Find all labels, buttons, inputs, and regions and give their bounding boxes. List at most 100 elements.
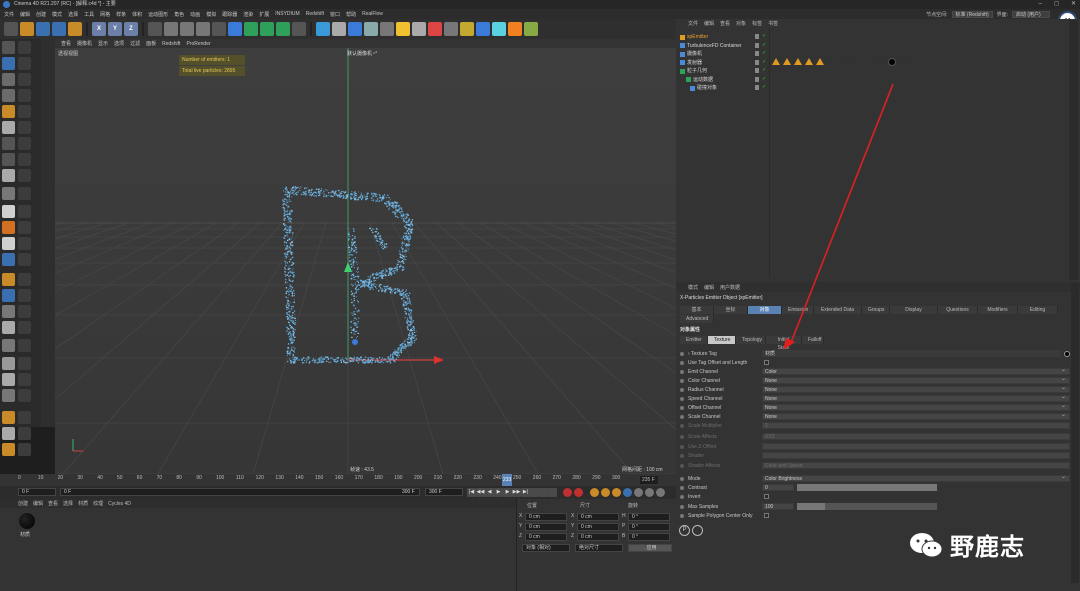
key-button-4[interactable] bbox=[612, 488, 621, 497]
object-menu-2[interactable]: 查看 bbox=[720, 20, 730, 27]
mode-icon-3[interactable] bbox=[2, 89, 15, 102]
tab-5[interactable]: Groups bbox=[862, 306, 890, 314]
property-slider[interactable] bbox=[797, 503, 937, 510]
enable-check-icon[interactable]: ✓ bbox=[762, 76, 766, 82]
coord-field[interactable]: 0 cm bbox=[577, 513, 619, 521]
apply-button[interactable]: 应用 bbox=[628, 544, 672, 552]
axis-x-button[interactable]: X bbox=[92, 22, 106, 36]
key-button-2[interactable] bbox=[590, 488, 599, 497]
dynamics-tag-icon[interactable] bbox=[871, 58, 879, 65]
material-menu-5[interactable]: 纹理 bbox=[93, 500, 103, 507]
menu-item-8[interactable]: 体积 bbox=[132, 11, 142, 18]
menu-item-12[interactable]: 模拟 bbox=[206, 11, 216, 18]
key-button-0[interactable] bbox=[563, 488, 572, 497]
material-menu-4[interactable]: 材质 bbox=[78, 500, 88, 507]
menu-item-16[interactable]: INSYDIUM bbox=[275, 11, 299, 17]
visibility-icon[interactable] bbox=[755, 68, 759, 73]
material-menu-1[interactable]: 编辑 bbox=[33, 500, 43, 507]
mode-icon-right-15[interactable] bbox=[18, 289, 31, 302]
property-checkbox[interactable] bbox=[764, 513, 769, 518]
mode-icon-16[interactable] bbox=[2, 305, 15, 318]
mode-icon-21[interactable] bbox=[2, 389, 15, 402]
menu-item-1[interactable]: 编辑 bbox=[20, 11, 30, 18]
mode-icon-right-2[interactable] bbox=[18, 73, 31, 86]
mode-icon-right-8[interactable] bbox=[18, 169, 31, 182]
property-value[interactable] bbox=[762, 443, 1070, 450]
visibility-icon[interactable] bbox=[755, 42, 759, 48]
attribute-menu-1[interactable]: 编辑 bbox=[704, 284, 714, 291]
menu-item-20[interactable]: RealFlow bbox=[362, 11, 383, 17]
mode-icon-right-0[interactable] bbox=[18, 41, 31, 54]
mode-icon-19[interactable] bbox=[2, 357, 15, 370]
object-name[interactable]: 碰撞对象 bbox=[697, 84, 717, 92]
mode-icon-right-12[interactable] bbox=[18, 237, 31, 250]
enable-check-icon[interactable]: ✓ bbox=[762, 67, 766, 73]
mode-icon-2[interactable] bbox=[2, 73, 15, 86]
dynamics-tag-icon[interactable] bbox=[904, 58, 912, 65]
menu-item-6[interactable]: 网格 bbox=[100, 11, 110, 18]
menu-item-7[interactable]: 样条 bbox=[116, 11, 126, 18]
subtab-1[interactable]: Texture bbox=[708, 336, 736, 344]
viewport[interactable]: 查看 摄像机 显示 选项 过滤 面板 Redshift ProRender 透视视图 默认摄像… bbox=[55, 39, 676, 474]
visibility-icon[interactable] bbox=[755, 59, 759, 65]
tab-9[interactable]: Editing bbox=[1018, 306, 1058, 314]
object-menu-1[interactable]: 编辑 bbox=[704, 20, 714, 27]
object-name[interactable]: xpEmitter bbox=[687, 33, 708, 41]
object-row[interactable]: 运动数据 bbox=[686, 76, 713, 84]
property-value[interactable]: 1 bbox=[762, 422, 1070, 429]
object-menu-5[interactable]: 书签 bbox=[768, 20, 778, 27]
tool-icon-1[interactable] bbox=[20, 22, 34, 36]
coord-field[interactable]: 0 cm bbox=[577, 533, 619, 541]
menu-item-4[interactable]: 选择 bbox=[68, 11, 78, 18]
mode-icon-right-21[interactable] bbox=[18, 389, 31, 402]
transport-button-1[interactable]: ◀◀ bbox=[476, 488, 485, 497]
material-swatch[interactable] bbox=[19, 513, 35, 529]
dynamics-tag-icon[interactable] bbox=[772, 58, 780, 65]
material-menu-6[interactable]: Cycles 4D bbox=[108, 501, 131, 507]
enable-check-icon[interactable]: ✓ bbox=[762, 42, 766, 48]
tool-icon-10[interactable] bbox=[228, 22, 242, 36]
mode-icon-right-9[interactable] bbox=[18, 187, 31, 200]
tool-icon-6[interactable] bbox=[164, 22, 178, 36]
mode-icon-right-6[interactable] bbox=[18, 137, 31, 150]
transport-button-3[interactable]: ▶ bbox=[494, 488, 503, 497]
tool-icon-9[interactable] bbox=[212, 22, 226, 36]
coord-field[interactable]: 0 cm bbox=[577, 523, 619, 531]
property-value[interactable]: Color and Speed bbox=[762, 462, 1070, 469]
dynamics-tag-icon[interactable] bbox=[838, 58, 846, 65]
mode-icon-right-14[interactable] bbox=[18, 273, 31, 286]
timeline-ruler[interactable]: 233 0 10 20 30 40 50 60 70 80 90 100 110 120 130 140 15… bbox=[0, 474, 676, 486]
tool-icon-26[interactable] bbox=[492, 22, 506, 36]
tool-icon-4[interactable] bbox=[68, 22, 82, 36]
tab-2[interactable]: 对象 bbox=[748, 306, 782, 314]
visibility-icon[interactable] bbox=[755, 85, 759, 90]
viewport-menu-3[interactable]: 选项 bbox=[114, 40, 124, 47]
transport-button-8[interactable] bbox=[539, 488, 548, 497]
key-button-1[interactable] bbox=[574, 488, 583, 497]
attribute-menu-2[interactable]: 用户数据 bbox=[720, 284, 740, 291]
mode-icon-right-13[interactable] bbox=[18, 253, 31, 266]
visibility-icon[interactable] bbox=[755, 76, 759, 82]
mode-icon-right-18[interactable] bbox=[18, 339, 31, 352]
mode-icon-right-17[interactable] bbox=[18, 321, 31, 334]
axis-y-button[interactable]: Y bbox=[108, 22, 122, 36]
mode-icon-6[interactable] bbox=[2, 137, 15, 150]
mode-icon-right-19[interactable] bbox=[18, 357, 31, 370]
start-frame-field[interactable]: 0 F bbox=[18, 488, 56, 496]
tab-4[interactable]: Extended Data bbox=[814, 306, 862, 314]
playhead[interactable]: 233 bbox=[502, 474, 512, 486]
tool-icon-21[interactable] bbox=[412, 22, 426, 36]
property-value[interactable]: Color bbox=[762, 367, 1070, 375]
transport-button-7[interactable] bbox=[530, 488, 539, 497]
menu-item-17[interactable]: Redshift bbox=[306, 11, 324, 17]
mode-icon-right-16[interactable] bbox=[18, 305, 31, 318]
tool-icon-20[interactable] bbox=[396, 22, 410, 36]
coord-field[interactable]: 0 ° bbox=[628, 523, 670, 531]
interface-dropdown[interactable]: 启动 (用户) bbox=[1012, 10, 1050, 18]
enable-check-icon[interactable]: ✓ bbox=[762, 84, 766, 90]
mode-icon-right-23[interactable] bbox=[18, 427, 31, 440]
visibility-icon[interactable] bbox=[755, 51, 759, 56]
menu-item-15[interactable]: 扩展 bbox=[259, 11, 269, 18]
property-value[interactable]: None bbox=[762, 394, 1070, 402]
property-value[interactable]: None bbox=[762, 385, 1070, 393]
